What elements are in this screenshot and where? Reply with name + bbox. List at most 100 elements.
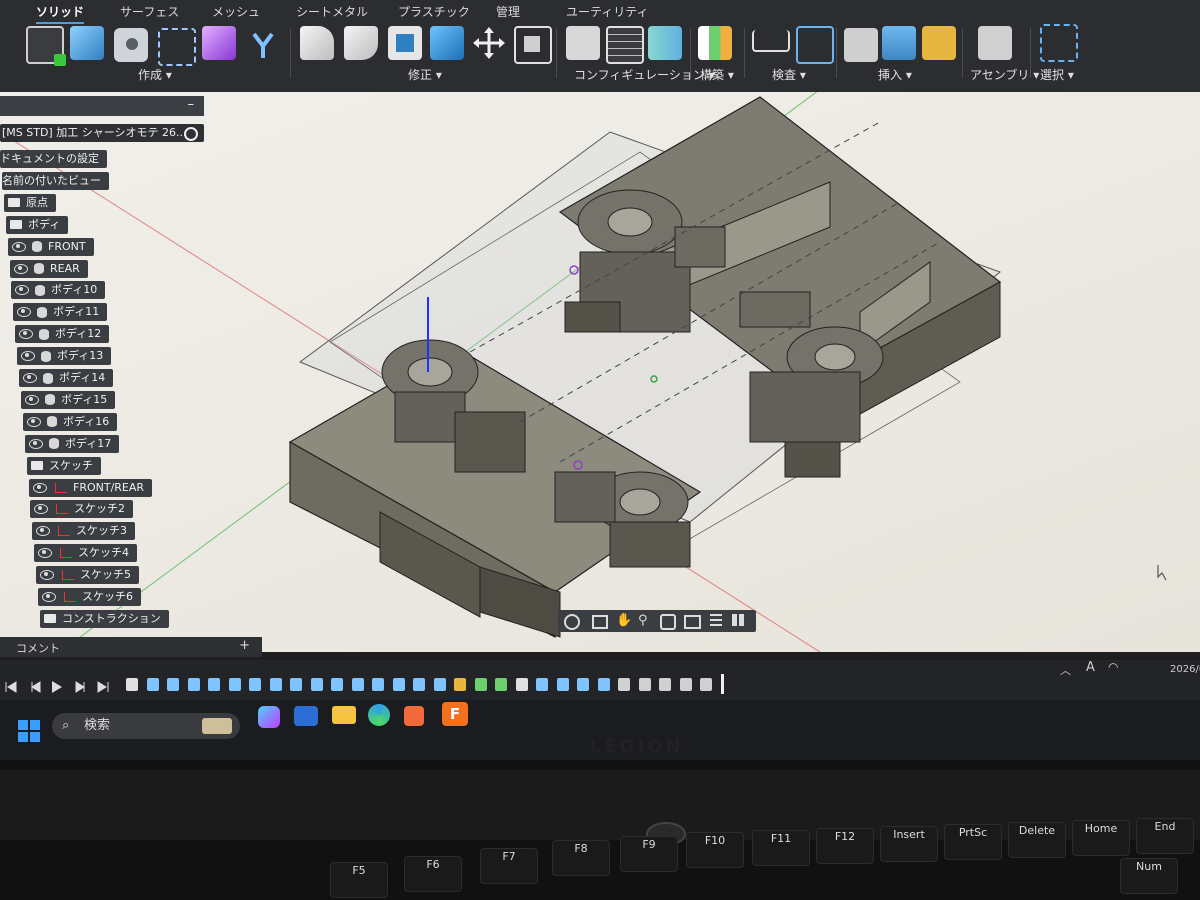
new-sketch-icon[interactable] [26, 26, 66, 66]
viewports-icon[interactable] [732, 614, 744, 626]
clock-date[interactable]: 2026/0 [1170, 664, 1200, 675]
visibility-eye-icon[interactable] [17, 307, 31, 318]
tab-utilities[interactable]: ユーティリティ [566, 3, 649, 20]
tab-plastic[interactable]: プラスチック [398, 3, 470, 20]
visibility-eye-icon[interactable] [36, 526, 50, 537]
visibility-eye-icon[interactable] [21, 351, 35, 362]
visibility-eye-icon[interactable] [34, 504, 48, 515]
group-configure[interactable]: コンフィギュレーション ▾ [574, 66, 715, 83]
tab-surface[interactable]: サーフェス [120, 3, 179, 20]
form-icon[interactable] [202, 26, 236, 60]
timeline-feature-icon[interactable] [290, 678, 302, 691]
visibility-eye-icon[interactable] [23, 373, 37, 383]
browser-node[interactable]: 原点 [4, 193, 56, 212]
visibility-eye-icon[interactable] [42, 592, 56, 602]
keyboard-key[interactable]: F9 [620, 836, 678, 872]
keyboard-key[interactable]: F5 [330, 862, 388, 898]
tab-manage[interactable]: 管理 [496, 3, 520, 20]
keyboard-key[interactable]: F10 [686, 832, 744, 868]
grid-icon[interactable] [710, 614, 722, 626]
timeline-feature-icon[interactable] [146, 678, 159, 691]
timeline-feature-icon[interactable] [167, 678, 179, 691]
tab-mesh[interactable]: メッシュ [212, 3, 260, 20]
group-select[interactable]: 選択 ▾ [1040, 66, 1074, 83]
ime-icon[interactable]: A [1086, 660, 1095, 675]
timeline-feature-icon[interactable] [187, 678, 200, 691]
browser-collapse-button[interactable]: – [188, 97, 195, 112]
group-assemble[interactable]: アセンブリ ▾ [970, 66, 1039, 83]
browser-node[interactable]: スケッチ4 [34, 544, 137, 563]
group-inspect[interactable]: 検査 ▾ [772, 66, 806, 83]
browser-node[interactable]: スケッチ5 [36, 566, 139, 585]
timeline-feature-icon[interactable] [597, 678, 610, 691]
timeline-feature-icon[interactable] [433, 678, 446, 691]
timeline-feature-icon[interactable] [474, 678, 487, 691]
timeline-feature-icon[interactable] [515, 678, 528, 691]
keyboard-key[interactable]: F12 [816, 828, 874, 864]
browser-node[interactable]: ドキュメントの設定 [0, 150, 107, 168]
timeline-feature-icon[interactable] [577, 678, 589, 691]
visibility-eye-icon[interactable] [12, 241, 26, 252]
joint-icon[interactable] [978, 26, 1012, 60]
timeline-feature-icon[interactable] [638, 678, 651, 691]
activate-radio-icon[interactable] [184, 127, 198, 141]
revolve-icon[interactable] [114, 28, 148, 62]
model-canvas[interactable] [0, 81, 1200, 653]
keyboard-key[interactable]: PrtSc [944, 824, 1002, 860]
browser-node[interactable]: ボディ15 [21, 390, 116, 409]
shell-icon[interactable] [388, 26, 422, 60]
file-explorer-icon[interactable] [332, 706, 356, 724]
fusion-app-icon[interactable]: F [442, 702, 468, 726]
press-pull-icon[interactable] [300, 26, 334, 60]
timeline-feature-icon[interactable] [392, 678, 405, 691]
browser-node[interactable]: FRONT [8, 237, 94, 256]
3d-viewport[interactable] [0, 81, 1200, 653]
timeline-feature-icon[interactable] [495, 678, 507, 691]
browser-node[interactable]: スケッチ6 [38, 588, 141, 606]
section-icon[interactable] [796, 26, 834, 64]
browser-node[interactable]: ボディ16 [23, 412, 118, 431]
taskbar-search[interactable]: ⌕ 検索 [52, 713, 240, 739]
visibility-eye-icon[interactable] [33, 482, 47, 493]
browser-node[interactable]: スケッチ3 [32, 522, 135, 541]
keyboard-key[interactable]: F11 [752, 830, 810, 866]
combine-icon[interactable] [430, 26, 464, 60]
pan-hand-icon[interactable]: ✋ [616, 613, 632, 628]
browser-node[interactable]: ボディ13 [17, 347, 112, 366]
edge-browser-icon[interactable] [368, 704, 390, 726]
browser-node[interactable]: ボディ17 [25, 434, 120, 453]
timeline-feature-icon[interactable] [454, 678, 466, 691]
plane-icon[interactable] [698, 26, 732, 60]
insert-image-icon[interactable] [882, 26, 916, 60]
orbit-icon[interactable] [564, 614, 580, 630]
browser-node[interactable]: スケッチ2 [30, 500, 133, 519]
zoom-icon[interactable]: ⚲ [638, 613, 648, 628]
timeline-marker[interactable] [720, 674, 724, 694]
fit-icon[interactable] [660, 614, 676, 630]
move-icon[interactable] [472, 26, 506, 60]
browser-node[interactable]: FRONT/REAR [29, 478, 153, 497]
config-rule-icon[interactable] [648, 26, 682, 60]
group-insert[interactable]: 挿入 ▾ [878, 66, 912, 83]
timeline-playback-controls[interactable] [4, 680, 114, 694]
replace-icon[interactable] [514, 26, 552, 64]
document-root-node[interactable]: [MS STD] 加工 シャーシオモテ 26... [0, 124, 204, 142]
timeline-feature-icon[interactable] [659, 678, 671, 691]
wifi-icon[interactable]: ◠ [1108, 660, 1118, 674]
insert-mesh-icon[interactable] [922, 26, 956, 60]
windows-start-icon[interactable] [18, 720, 40, 742]
browser-node[interactable]: ボディ12 [15, 325, 110, 344]
tab-solid[interactable]: ソリッド [36, 3, 85, 24]
keyboard-key[interactable]: Num [1120, 858, 1178, 894]
copilot-icon[interactable] [258, 706, 280, 728]
keyboard-key[interactable]: Home [1072, 820, 1130, 856]
keyboard-key[interactable]: Delete [1008, 822, 1066, 858]
timeline-feature-icon[interactable] [269, 678, 282, 691]
timeline-feature-icon[interactable] [249, 678, 261, 691]
keyboard-key[interactable]: End [1136, 818, 1194, 854]
browser-node[interactable]: 名前の付いたビュー [2, 171, 109, 190]
measure-icon[interactable] [752, 30, 790, 52]
keyboard-key[interactable]: F6 [404, 856, 462, 892]
sketch-rect-icon[interactable] [158, 28, 196, 66]
extrude-icon[interactable] [70, 26, 104, 60]
